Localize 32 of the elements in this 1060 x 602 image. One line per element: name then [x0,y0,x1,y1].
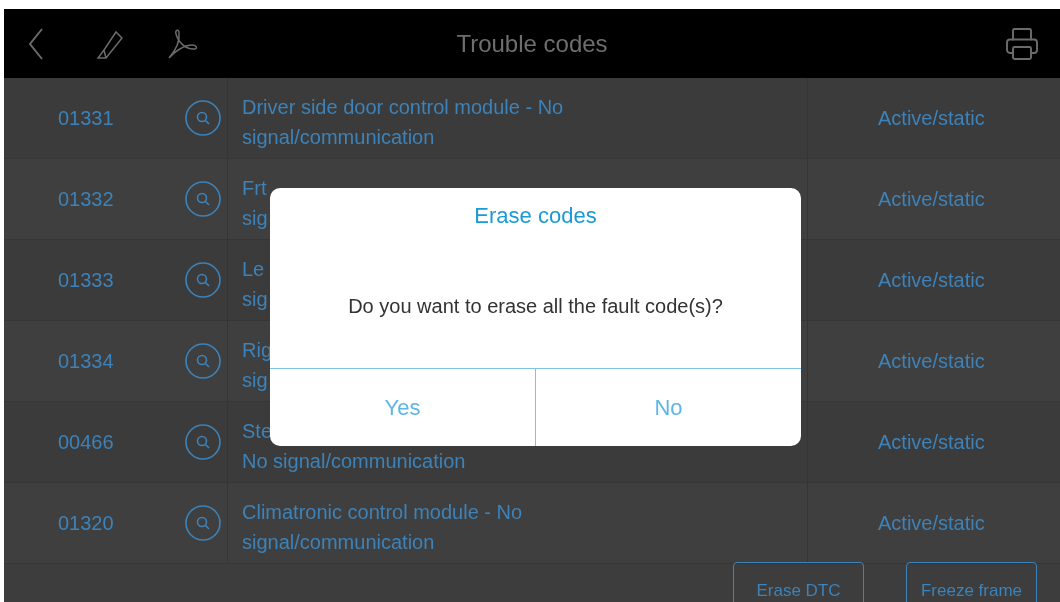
dialog-button[interactable]: Yes [270,369,535,446]
status-text: Active/static [878,511,985,536]
code-text: 01320 [58,511,114,536]
dialog-title: Erase codes [474,202,597,230]
status-text: Active/static [878,349,985,374]
description-text: Driver side door control module - No signal/communication [242,95,564,150]
search-icon[interactable] [185,505,221,541]
screen-title: Trouble codes [456,28,608,59]
search-icon[interactable] [185,181,221,217]
dialog-button[interactable]: No [535,369,801,446]
footer-button[interactable]: Erase DTC [733,562,864,602]
status-text: Active/static [878,106,985,131]
footer-button[interactable]: Freeze frame [906,562,1037,602]
status-text: Active/static [878,430,985,455]
pdf-icon[interactable] [166,27,198,60]
status-text: Active/static [878,268,985,293]
search-icon[interactable] [185,100,221,136]
description-text: Frt sig [242,176,268,231]
search-icon[interactable] [185,424,221,460]
code-text: 01333 [58,268,114,293]
description-text: Le sig [242,257,268,312]
code-text: 01331 [58,106,114,131]
print-icon[interactable] [1004,25,1040,62]
code-text: 01334 [58,349,114,374]
dialog-message: Do you want to erase all the fault code(s)? [348,293,723,319]
description-text: Climatronic control module - No signal/communication [242,500,523,555]
search-icon[interactable] [185,262,221,298]
back-icon[interactable] [28,26,44,61]
search-icon[interactable] [185,343,221,379]
code-text: 01332 [58,187,114,212]
code-text: 00466 [58,430,114,455]
status-text: Active/static [878,187,985,212]
